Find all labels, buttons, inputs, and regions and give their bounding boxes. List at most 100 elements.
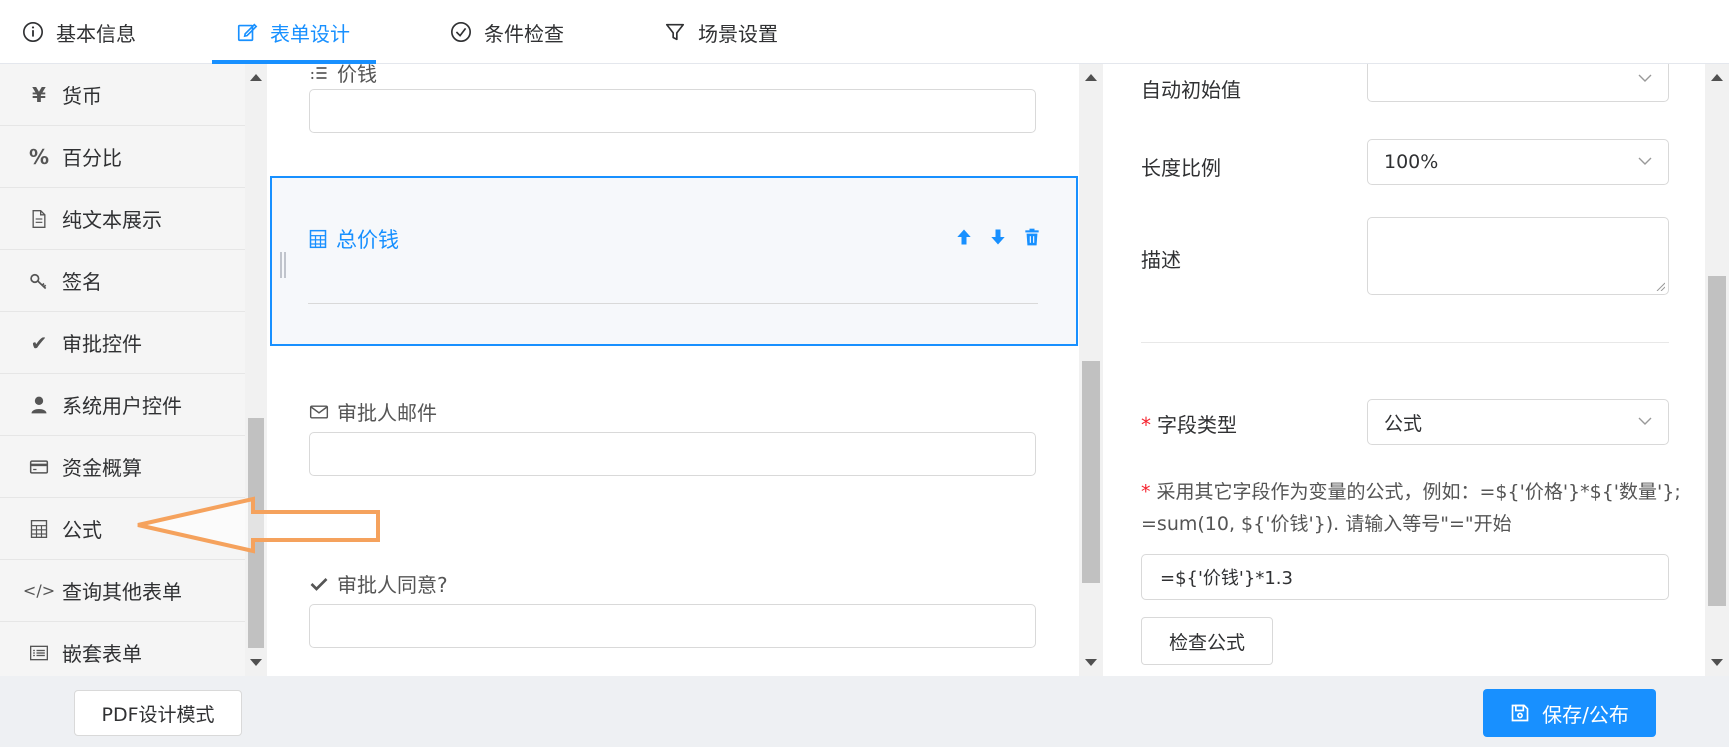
required-marker: * [1141,481,1151,503]
arrow-down-icon[interactable] [988,226,1008,248]
tab-label: 基本信息 [56,21,136,46]
tab-form-design[interactable]: 表单设计 [236,0,350,64]
arrow-up-icon[interactable] [954,226,974,248]
chevron-down-icon [1638,417,1652,425]
canvas-scrollbar[interactable] [1079,64,1103,676]
check-formula-button[interactable]: 检查公式 [1141,617,1273,665]
field-type-label-text: 字段类型 [1157,413,1237,437]
scroll-up-arrow-icon[interactable] [1085,74,1097,81]
field-underline [308,303,1038,304]
select-value: 公式 [1384,412,1423,435]
palette-item-label: 审批控件 [62,332,142,356]
field-type-select[interactable]: 公式 [1367,399,1669,445]
percent-icon: % [28,144,50,169]
field-label-price: 价钱 [309,64,377,87]
palette-item-plain-text[interactable]: 纯文本展示 [0,188,245,250]
palette-item-label: 纯文本展示 [62,208,162,232]
palette-item-label: 公式 [62,518,102,542]
auto-initial-select[interactable] [1367,64,1669,102]
user-icon [28,394,50,416]
tab-label: 表单设计 [270,21,350,46]
palette-item-label: 资金概算 [62,456,142,480]
section-divider [1141,342,1669,343]
scroll-down-arrow-icon[interactable] [1085,659,1097,666]
approver-email-input[interactable] [309,432,1036,476]
formula-input[interactable]: =${'价钱'}*1.3 [1141,554,1669,600]
edit-icon [237,23,258,42]
scroll-up-arrow-icon[interactable] [1711,74,1723,81]
save-publish-button[interactable]: 保存/公布 [1483,689,1656,737]
check-circle-icon [451,22,471,42]
field-label-approver-agree: 审批人同意? [309,569,448,598]
annotation-arrow-icon [137,496,380,554]
properties-scrollbar[interactable] [1705,64,1729,676]
palette-scrollbar[interactable] [245,64,267,676]
select-value: 100% [1384,151,1439,173]
palette-item-label: 货币 [62,84,102,108]
selected-field-label: 总价钱 [336,228,399,252]
palette-item-system-user[interactable]: 系统用户控件 [0,374,245,436]
list-ol-icon [311,66,327,79]
selected-field-total-price[interactable]: 总价钱 [270,176,1078,346]
required-marker: * [1141,413,1151,437]
field-type-label: * 字段类型 [1141,409,1237,438]
trash-icon[interactable] [1022,226,1042,248]
palette-item-label: 签名 [62,270,102,294]
info-circle-icon [23,22,43,42]
palette-item-nested-form[interactable]: 嵌套表单 [0,622,245,676]
tab-label: 条件检查 [484,21,564,46]
scrollbar-thumb[interactable] [1708,276,1726,606]
field-label-approver-email: 审批人邮件 [309,397,437,426]
tab-scene-settings[interactable]: 场景设置 [664,0,778,64]
scroll-down-arrow-icon[interactable] [1711,659,1723,666]
field-label-text: 价钱 [337,64,377,86]
formula-input-value: =${'价钱'}*1.3 [1160,568,1293,589]
bottom-bar: PDF设计模式 保存/公布 [0,676,1729,747]
tab-label: 场景设置 [698,21,778,46]
description-textarea[interactable] [1367,217,1669,295]
resize-grip-icon[interactable] [1655,281,1665,291]
credit-card-icon [28,456,50,478]
selected-field-title: 总价钱 [308,224,399,254]
pdf-design-mode-button[interactable]: PDF设计模式 [74,690,242,736]
palette-item-approval[interactable]: ✔ 审批控件 [0,312,245,374]
price-input[interactable] [309,89,1036,133]
envelope-icon [309,404,329,419]
chevron-down-icon [1638,157,1652,165]
formula-help-text: * 采用其它字段作为变量的公式，例如：=${'价格'}*${'数量'}; =sum… [1141,476,1681,540]
scroll-up-arrow-icon[interactable] [250,74,262,81]
palette-item-label: 查询其他表单 [62,580,182,604]
scroll-down-arrow-icon[interactable] [250,659,262,666]
palette-item-label: 百分比 [62,146,122,170]
component-palette: ¥ 货币 % 百分比 纯文本展示 签名 ✔ 审批控件 系统用户控件 资金概算 公… [0,64,245,676]
width-ratio-select[interactable]: 100% [1367,139,1669,185]
chevron-down-icon [1638,74,1652,82]
form-canvas: 价钱 总价钱 审批人邮件 审批人同意? [267,64,1079,676]
tab-bar: 基本信息 表单设计 条件检查 场景设置 [0,0,1729,64]
properties-panel: 自动初始值 长度比例 100% 描述 * 字段类型 公式 * 采用其它字段作为变量的… [1103,64,1705,676]
code-icon: </> [22,581,56,600]
calculator-icon [28,518,50,540]
check-icon [310,577,328,591]
check-icon: ✔ [30,330,48,355]
palette-item-label: 系统用户控件 [62,394,182,418]
filter-icon [665,23,685,41]
palette-item-query-other-form[interactable]: </> 查询其他表单 [0,560,245,622]
palette-item-fund-estimate[interactable]: 资金概算 [0,436,245,498]
tab-condition-check[interactable]: 条件检查 [450,0,564,64]
scrollbar-thumb[interactable] [1082,361,1100,583]
key-icon [28,270,50,292]
palette-item-currency[interactable]: ¥ 货币 [0,64,245,126]
drag-handle[interactable] [280,252,286,278]
auto-initial-label: 自动初始值 [1141,78,1241,102]
palette-item-signature[interactable]: 签名 [0,250,245,312]
save-icon [1511,704,1529,722]
tab-basic-info[interactable]: 基本信息 [22,0,136,64]
document-icon [28,208,50,230]
field-label-text: 审批人邮件 [337,401,437,425]
save-publish-label: 保存/公布 [1542,702,1629,727]
palette-item-percent[interactable]: % 百分比 [0,126,245,188]
yen-icon: ¥ [32,82,46,107]
approver-agree-input[interactable] [309,604,1036,648]
description-label: 描述 [1141,248,1181,272]
